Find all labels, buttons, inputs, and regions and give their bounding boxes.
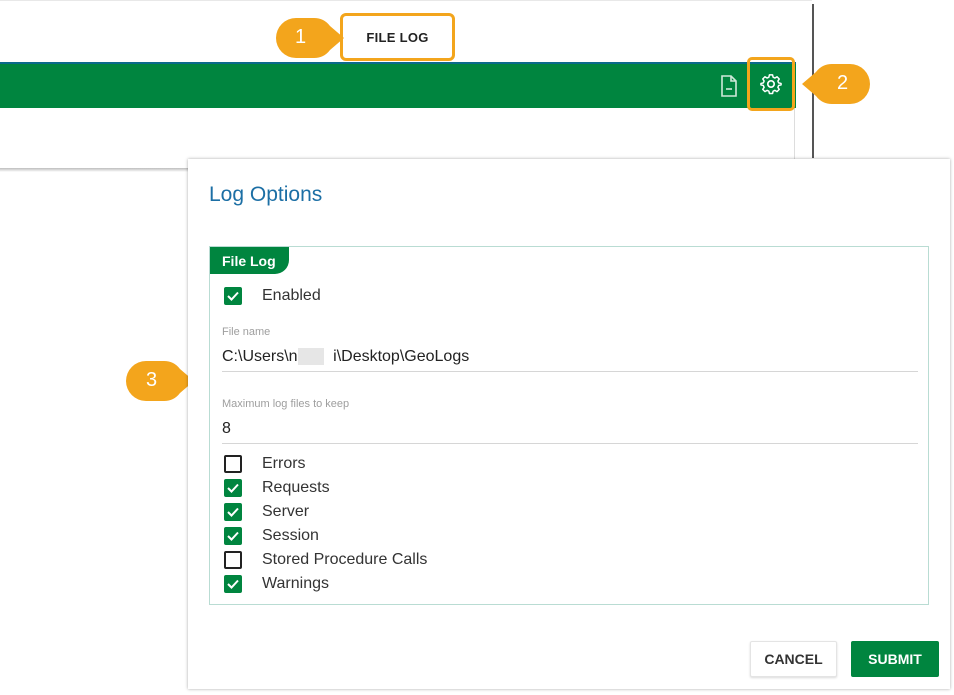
check-icon bbox=[227, 507, 239, 517]
option-session[interactable]: Session bbox=[224, 525, 319, 547]
max-files-label: Maximum log files to keep bbox=[222, 398, 350, 410]
enabled-row[interactable]: Enabled bbox=[224, 285, 321, 307]
errors-checkbox[interactable] bbox=[224, 455, 242, 473]
callout-3: 3 bbox=[124, 359, 196, 403]
option-requests[interactable]: Requests bbox=[224, 477, 330, 499]
option-label: Errors bbox=[262, 455, 306, 472]
stored-procedure-calls-checkbox[interactable] bbox=[224, 551, 242, 569]
file-name-input[interactable] bbox=[222, 343, 918, 372]
section-header: File Log bbox=[210, 247, 289, 274]
log-options-dialog: Log Options File Log Enabled File name M… bbox=[188, 159, 950, 689]
option-label: Warnings bbox=[262, 575, 329, 592]
panel-divider bbox=[794, 108, 795, 160]
max-files-input[interactable] bbox=[222, 415, 918, 444]
option-warnings[interactable]: Warnings bbox=[224, 573, 329, 595]
check-icon bbox=[227, 483, 239, 493]
dialog-title: Log Options bbox=[209, 183, 323, 206]
top-divider bbox=[0, 0, 812, 1]
check-icon bbox=[227, 291, 239, 301]
option-label: Server bbox=[262, 503, 310, 520]
callout-1: 1 bbox=[274, 16, 346, 60]
settings-button[interactable] bbox=[747, 57, 795, 111]
submit-button[interactable]: SUBMIT bbox=[851, 641, 939, 677]
server-checkbox[interactable] bbox=[224, 503, 242, 521]
option-label: Requests bbox=[262, 479, 330, 496]
check-icon bbox=[227, 579, 239, 589]
enabled-label: Enabled bbox=[262, 287, 321, 304]
session-checkbox[interactable] bbox=[224, 527, 242, 545]
enabled-checkbox[interactable] bbox=[224, 287, 242, 305]
callout-number: 2 bbox=[837, 72, 849, 94]
option-stored-procedure-calls[interactable]: Stored Procedure Calls bbox=[224, 549, 427, 571]
check-icon bbox=[227, 531, 239, 541]
file-name-label: File name bbox=[222, 326, 271, 338]
callout-number: 3 bbox=[146, 369, 158, 391]
requests-checkbox[interactable] bbox=[224, 479, 242, 497]
tab-file-log[interactable]: FILE LOG bbox=[340, 13, 455, 61]
document-icon[interactable] bbox=[720, 75, 738, 97]
gear-icon bbox=[760, 74, 782, 95]
redaction-block bbox=[298, 348, 324, 365]
toolbar-bar bbox=[0, 62, 796, 108]
cancel-button[interactable]: CANCEL bbox=[750, 641, 837, 677]
option-label: Session bbox=[262, 527, 319, 544]
option-label: Stored Procedure Calls bbox=[262, 551, 428, 568]
option-errors[interactable]: Errors bbox=[224, 453, 306, 475]
warnings-checkbox[interactable] bbox=[224, 575, 242, 593]
file-log-section: File Log Enabled File name Maximum log f… bbox=[209, 246, 929, 605]
callout-2: 2 bbox=[800, 62, 872, 106]
callout-number: 1 bbox=[295, 26, 307, 48]
option-server[interactable]: Server bbox=[224, 501, 309, 523]
